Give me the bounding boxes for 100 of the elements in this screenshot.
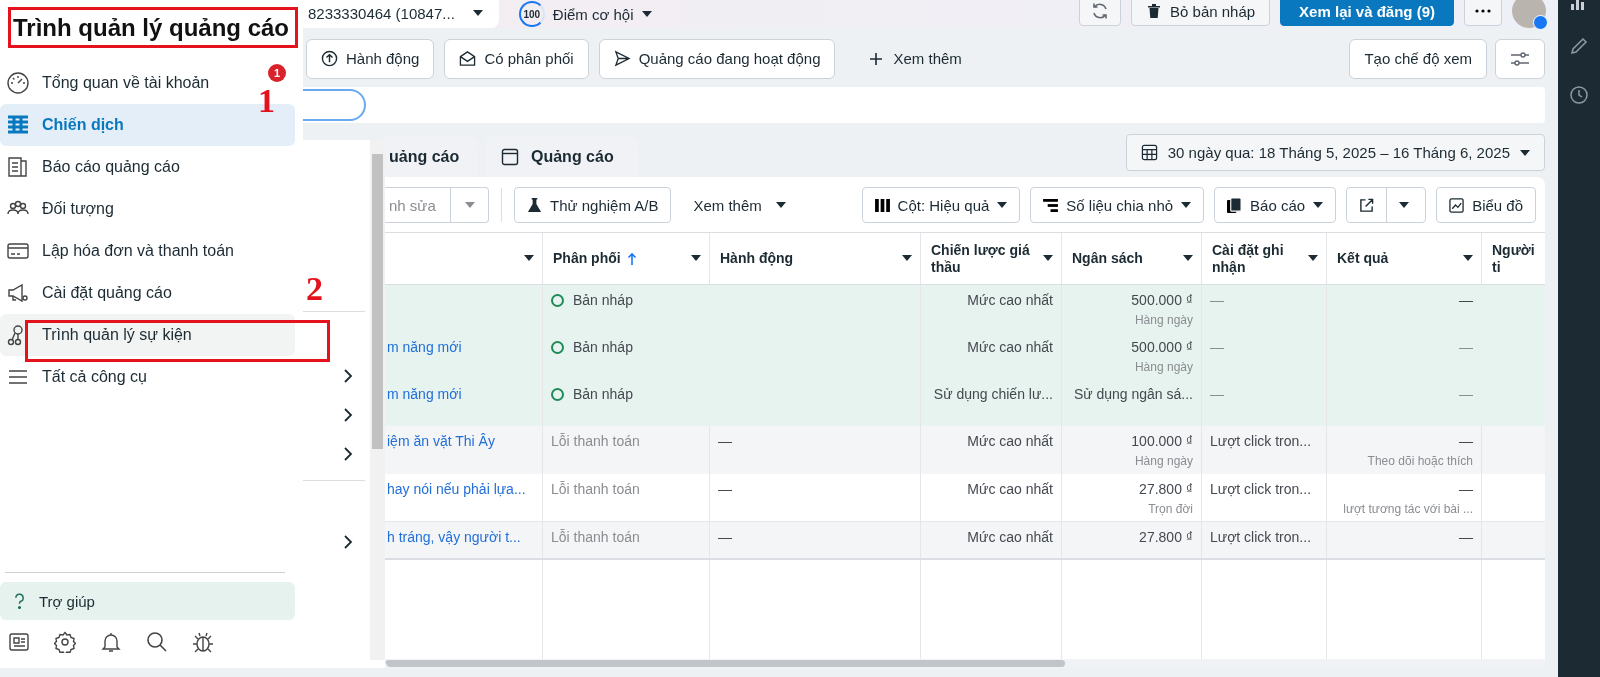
reports-dropdown[interactable]: Báo cáo	[1214, 187, 1337, 223]
bug-icon[interactable]	[192, 631, 214, 653]
delivery-status: Bản nháp	[573, 386, 633, 402]
caret-icon	[902, 255, 912, 261]
delivery-status: Lỗi thanh toán	[551, 529, 640, 545]
export-split-button[interactable]	[1346, 187, 1427, 223]
columns-dropdown[interactable]: Cột: Hiệu quả	[861, 187, 1021, 223]
menu-item-icon	[6, 281, 30, 305]
table-row[interactable]: m năng mới Bản nháp Sử dụng chiến lư... Sử dụng ngân sá... — —	[385, 379, 1545, 426]
campaign-name-link[interactable]: hay nói nếu phải lựa...	[387, 481, 526, 497]
table-cell: —	[718, 433, 732, 449]
chevron-right-icon[interactable]	[343, 446, 353, 462]
settings-button[interactable]	[1495, 38, 1545, 79]
more-options-button[interactable]	[1464, 0, 1502, 26]
column-header[interactable]: Kết quả	[1326, 233, 1481, 284]
discard-drafts-button[interactable]: Bỏ bản nháp	[1131, 0, 1271, 26]
menu-item[interactable]: Cài đặt quảng cáo	[0, 272, 295, 314]
horizontal-scrollbar[interactable]	[385, 660, 1065, 667]
caret-icon	[1313, 202, 1324, 208]
table-cell: 500.000 ₫	[1131, 292, 1193, 308]
column-header[interactable]: Hành động	[709, 233, 920, 284]
caret-icon	[1399, 202, 1410, 208]
refresh-button[interactable]	[1079, 0, 1122, 26]
table-cell: Mức cao nhất	[967, 433, 1053, 449]
result-type: Theo dõi hoặc thích	[1367, 454, 1473, 468]
campaign-name-link[interactable]: m năng mới	[387, 339, 462, 355]
line-chart-icon	[1449, 197, 1465, 213]
table-cell: —	[718, 529, 732, 545]
window-icon	[501, 147, 519, 166]
menu-item[interactable]: Trình quản lý sự kiện	[0, 314, 295, 356]
column-header[interactable]: Chiến lược giá thầu	[920, 233, 1061, 284]
table-cell: —	[718, 481, 732, 497]
campaign-name-link[interactable]: h tráng, vậy người t...	[387, 529, 521, 545]
filter-button[interactable]: Quảng cáo đang hoạt động	[598, 38, 836, 79]
column-header[interactable]: Người ti	[1481, 233, 1545, 284]
table-cell: —	[1459, 292, 1473, 308]
caret-icon	[524, 255, 534, 261]
send-icon	[613, 50, 631, 67]
bell-icon[interactable]	[100, 631, 122, 653]
pencil-icon[interactable]	[1569, 36, 1589, 56]
date-range-picker[interactable]: 30 ngày qua: 18 Tháng 5, 2025 – 16 Tháng 6, 2025	[1125, 134, 1545, 171]
budget-period: Hàng ngày	[1134, 360, 1193, 374]
upload-icon	[321, 50, 338, 67]
flask-icon	[527, 196, 542, 214]
account-dropdown[interactable]: 8233330464 (10847...	[300, 0, 499, 28]
news-icon[interactable]	[8, 631, 30, 653]
delivery-status: Bản nháp	[573, 292, 633, 308]
more-filters-button[interactable]: Xem thêm	[857, 39, 974, 78]
plus-icon	[869, 51, 884, 66]
bar-chart-icon[interactable]	[1571, 0, 1587, 10]
column-header[interactable]: Ngân sách	[1061, 233, 1201, 284]
menu-item-icon	[6, 155, 30, 179]
caret-icon	[775, 202, 786, 208]
menu-item[interactable]: Lập hóa đơn và thanh toán	[0, 230, 295, 272]
clock-icon[interactable]	[1569, 85, 1589, 105]
column-header[interactable]: Phân phối	[542, 233, 709, 284]
ab-test-button[interactable]: Thử nghiệm A/B	[514, 187, 672, 223]
opportunity-score-button[interactable]: 100 Điểm cơ hội	[512, 0, 658, 28]
menu-item[interactable]: Đối tượng	[0, 188, 295, 230]
delivery-status: Lỗi thanh toán	[551, 481, 640, 497]
help-icon	[14, 592, 25, 610]
table-cell: —	[1459, 433, 1473, 449]
table-row[interactable]: iệm ăn vặt Thi Ây Lỗi thanh toán — Mức cao nhất 100.000 ₫ Hàng ngày Lượt click tron... — Theo dõi hoặc thích	[385, 426, 1545, 474]
chevron-right-icon[interactable]	[343, 368, 353, 384]
table-row[interactable]: hay nói nếu phải lựa... Lỗi thanh toán — Mức cao nhất 27.800 ₫ Trọn đời Lượt click tron... — lượt tương tác với bài ...	[385, 474, 1545, 522]
create-view-button[interactable]: Tạo chế độ xem	[1349, 38, 1487, 79]
table-cell: Mức cao nhất	[967, 481, 1053, 497]
breakdown-dropdown[interactable]: Số liệu chia nhỏ	[1030, 187, 1205, 223]
campaign-name-link[interactable]: iệm ăn vặt Thi Ây	[387, 433, 495, 449]
delivery-status: Lỗi thanh toán	[551, 433, 640, 449]
review-publish-button[interactable]: Xem lại và đăng (9)	[1280, 0, 1454, 26]
table-cell: Mức cao nhất	[967, 529, 1053, 545]
more-tools-button[interactable]: Xem thêm	[681, 186, 798, 224]
vertical-scrollbar[interactable]	[372, 154, 383, 449]
column-header[interactable]: Cài đặt ghi nhận	[1201, 233, 1326, 284]
table-row[interactable]: Bản nháp Mức cao nhất 500.000 ₫ Hàng ngày — —	[385, 285, 1545, 332]
table-cell: —	[1210, 339, 1224, 355]
menu-item[interactable]: Báo cáo quảng cáo	[0, 146, 295, 188]
filter-button[interactable]: Hành động	[306, 38, 435, 79]
table-row[interactable]: h tráng, vậy người t... Lỗi thanh toán — Mức cao nhất 27.800 ₫ Lượt click tron... —	[385, 522, 1545, 558]
search-field[interactable]	[300, 87, 1545, 123]
filter-button[interactable]: Có phân phối	[444, 38, 589, 79]
settings-icon[interactable]	[54, 631, 76, 653]
draft-status-icon	[551, 293, 564, 307]
more-icon	[1475, 9, 1491, 13]
breakdown-icon	[1043, 198, 1059, 212]
menu-item[interactable]: Tất cả công cụ	[0, 356, 295, 398]
menu-item-icon	[6, 113, 30, 137]
campaign-name-link[interactable]: m năng mới	[387, 386, 462, 402]
chevron-right-icon[interactable]	[343, 407, 353, 423]
help-item[interactable]: Trợ giúp	[0, 582, 295, 620]
result-type: lượt tương tác với bài ...	[1343, 502, 1473, 516]
search-icon[interactable]	[146, 631, 168, 653]
avatar-icon[interactable]	[1512, 0, 1546, 28]
table-row[interactable]: m năng mới Bản nháp Mức cao nhất 500.000 ₫ Hàng ngày — —	[385, 332, 1545, 379]
caret-icon	[1520, 149, 1530, 156]
table-cell: Sử dụng ngân sá...	[1073, 386, 1193, 402]
chevron-right-icon[interactable]	[343, 534, 353, 550]
caret-icon	[691, 255, 701, 261]
chart-button[interactable]: Biểu đồ	[1436, 187, 1536, 223]
